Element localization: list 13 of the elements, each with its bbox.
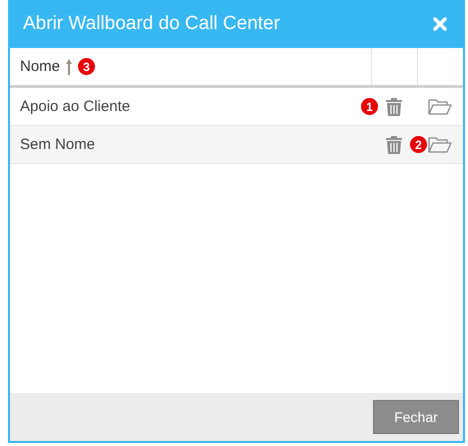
table-cell: Sem Nome [20, 136, 96, 152]
trash-icon[interactable] [386, 136, 402, 154]
folder-icon[interactable] [428, 98, 452, 116]
annotation-badge: 3 [78, 58, 96, 75]
column-label: Nome [20, 58, 60, 75]
annotation-badge: 1 [361, 98, 378, 115]
window-title: Abrir Wallboard do Call Center [23, 13, 280, 35]
close-icon[interactable] [433, 17, 447, 31]
trash-icon[interactable] [386, 98, 402, 116]
column-header[interactable]: Nome 3 [10, 48, 372, 85]
folder-icon[interactable] [428, 136, 452, 154]
annotation-badge: 2 [410, 136, 427, 153]
table-cell: Apoio ao Cliente [20, 98, 130, 114]
